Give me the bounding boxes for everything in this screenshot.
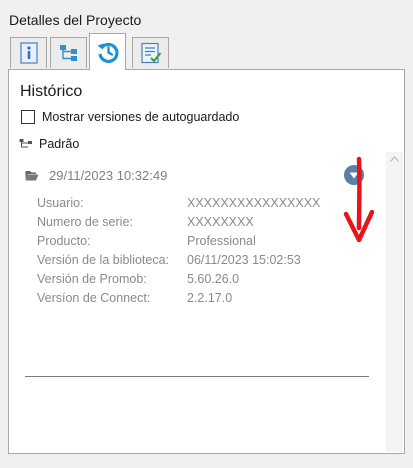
version-entry: 29/11/2023 10:32:49 Usuario: XXXXXXXXXXXX… [25, 165, 375, 307]
autosave-row: Mostrar versiones de autoguardado [21, 110, 239, 124]
tab-structure[interactable] [50, 37, 87, 68]
detail-row: Numero de serie: XXXXXXXX [37, 212, 375, 231]
chevron-up-icon [390, 156, 399, 162]
detail-label: Versíon de Connect: [37, 290, 151, 305]
detail-row: Usuario: XXXXXXXXXXXXXXXX [37, 193, 375, 212]
detail-value: 5.60.26.0 [187, 271, 240, 286]
version-details: Usuario: XXXXXXXXXXXXXXXX Numero de serie… [37, 193, 375, 307]
detail-label: Producto: [37, 233, 91, 248]
detail-value: 2.2.17.0 [187, 290, 233, 305]
history-heading: Histórico [20, 83, 83, 100]
autosave-checkbox[interactable] [21, 110, 35, 124]
branch-row[interactable]: Padrão [19, 137, 79, 151]
vertical-scrollbar[interactable] [386, 152, 403, 452]
detail-value: 06/11/2023 15:02:53 [187, 252, 301, 267]
detail-row: Versíon de Connect: 2.2.17.0 [37, 288, 375, 307]
checklist-icon [140, 42, 161, 64]
detail-label: Versión de la biblioteca: [37, 252, 170, 267]
detail-row: Producto: Professional [37, 231, 375, 250]
detail-row: Versión de la biblioteca: 06/11/2023 15:0… [37, 250, 375, 269]
version-separator [25, 376, 369, 377]
info-icon [19, 42, 38, 64]
tree-structure-icon [59, 45, 77, 61]
detail-value: XXXXXXXXXXXXXXXX [187, 195, 321, 210]
scroll-up-button[interactable] [386, 152, 403, 166]
version-header[interactable]: 29/11/2023 10:32:49 [25, 165, 375, 185]
tab-info[interactable] [10, 37, 47, 68]
tab-strip [10, 33, 410, 70]
detail-value: XXXXXXXX [187, 214, 254, 229]
detail-label: Versión de Promob: [37, 271, 147, 286]
detail-value: Professional [187, 233, 256, 248]
panel-title: Detalles del Proyecto [9, 12, 142, 28]
branch-icon [19, 139, 32, 148]
detail-label: Usuario: [37, 195, 84, 210]
detail-label: Numero de serie: [37, 214, 133, 229]
project-details-panel: Detalles del Proyecto Histórico Mostrar … [0, 0, 413, 468]
red-arrow-annotation-icon [343, 156, 375, 243]
autosave-label[interactable]: Mostrar versiones de autoguardado [42, 110, 239, 124]
branch-label: Padrão [39, 137, 80, 151]
detail-row: Versión de Promob: 5.60.26.0 [37, 269, 375, 288]
history-content: Histórico Mostrar versiones de autoguard… [8, 69, 405, 454]
folder-open-icon [25, 170, 39, 180]
tab-checklist[interactable] [132, 37, 169, 68]
history-icon [97, 42, 119, 64]
tab-history[interactable] [89, 33, 126, 70]
version-date: 29/11/2023 10:32:49 [49, 167, 168, 183]
